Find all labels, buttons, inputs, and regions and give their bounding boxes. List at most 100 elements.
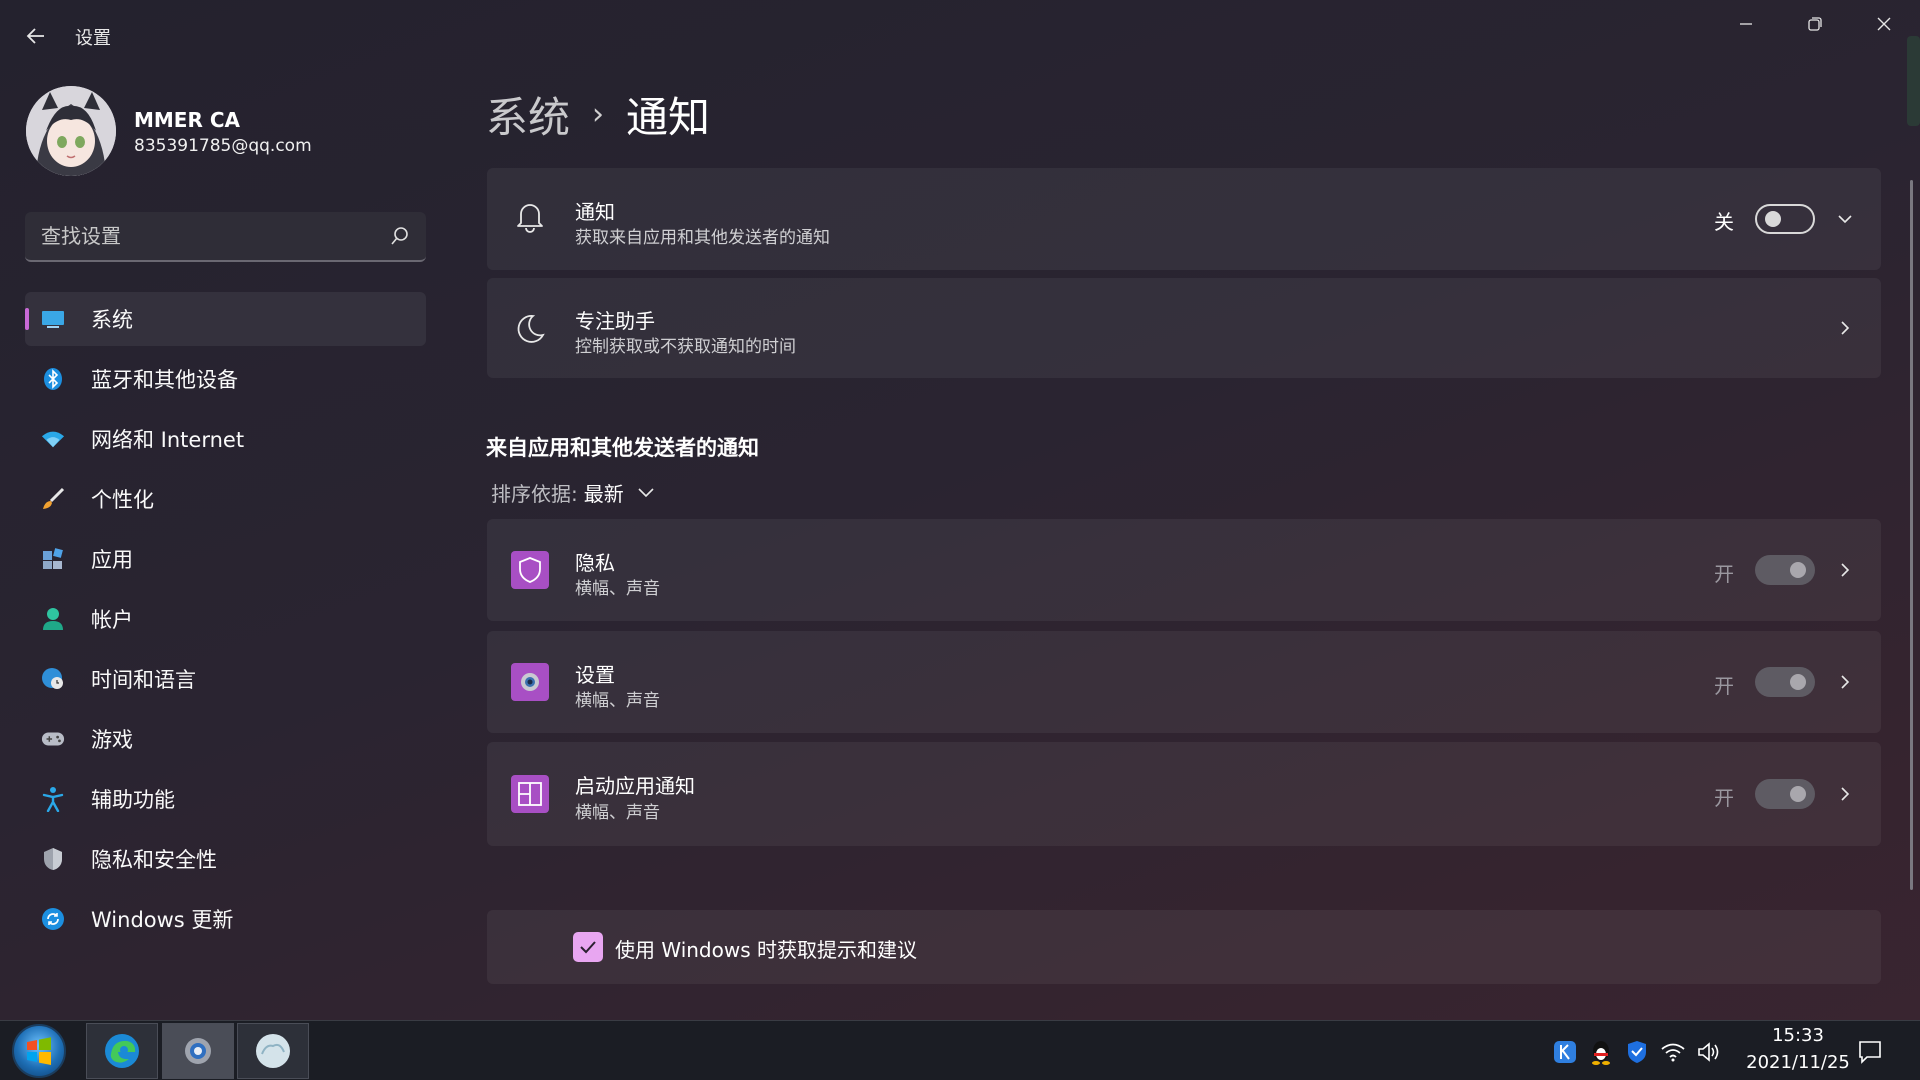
account-icon bbox=[41, 607, 65, 631]
shield-icon bbox=[41, 847, 65, 871]
settings-icon[interactable] bbox=[162, 1023, 234, 1079]
close-icon bbox=[1877, 17, 1891, 31]
tips-checkbox[interactable] bbox=[573, 932, 603, 962]
sidebar-item-label: 辅助功能 bbox=[91, 788, 175, 812]
window-edge-handle bbox=[1907, 36, 1920, 126]
title-bar: 设置 bbox=[0, 0, 1920, 72]
sidebar-item-gaming[interactable]: 游戏 bbox=[25, 712, 426, 766]
sidebar-item-windows-update[interactable]: Windows 更新 bbox=[25, 892, 426, 946]
app-subtitle: 横幅、声音 bbox=[575, 803, 660, 823]
user-name: MMER CA bbox=[134, 108, 240, 132]
app-title: 设置 bbox=[75, 28, 111, 49]
app-state-label: 开 bbox=[1714, 786, 1734, 810]
volume-icon[interactable] bbox=[1696, 1039, 1722, 1065]
edge-icon[interactable] bbox=[86, 1023, 158, 1079]
search-box bbox=[25, 212, 426, 262]
chevron-right-icon bbox=[1841, 675, 1850, 689]
sidebar-item-system[interactable]: 系统 bbox=[25, 292, 426, 346]
avatar-image-icon bbox=[26, 86, 116, 176]
chevron-right-icon bbox=[1841, 563, 1850, 577]
sidebar-item-accounts[interactable]: 帐户 bbox=[25, 592, 426, 646]
sidebar-item-network[interactable]: 网络和 Internet bbox=[25, 412, 426, 466]
focus-assist-title: 专注助手 bbox=[575, 309, 655, 333]
sidebar-item-label: 系统 bbox=[91, 308, 133, 332]
sidebar-item-apps[interactable]: 应用 bbox=[25, 532, 426, 586]
start-orb-icon[interactable] bbox=[12, 1024, 66, 1078]
bluetooth-icon bbox=[41, 367, 65, 391]
app-row-settings[interactable]: 设置 横幅、声音 开 bbox=[487, 631, 1881, 733]
wifi-icon bbox=[41, 427, 65, 451]
system-icon bbox=[41, 307, 65, 331]
sidebar-item-label: 网络和 Internet bbox=[91, 428, 245, 452]
notifications-subtitle: 获取来自应用和其他发送者的通知 bbox=[575, 228, 830, 248]
app-title: 隐私 bbox=[575, 551, 615, 575]
wifi-icon[interactable] bbox=[1660, 1039, 1686, 1065]
breadcrumb-parent[interactable]: 系统 bbox=[486, 84, 570, 145]
toggle-knob bbox=[1790, 786, 1806, 802]
security-shield-icon[interactable] bbox=[1624, 1039, 1650, 1065]
user-email: 835391785@qq.com bbox=[134, 136, 312, 156]
avatar bbox=[26, 86, 116, 176]
app-title: 设置 bbox=[575, 663, 615, 687]
globe-clock-icon bbox=[41, 667, 65, 691]
k-app-icon[interactable] bbox=[1552, 1039, 1578, 1065]
restore-button[interactable] bbox=[1792, 8, 1838, 40]
notifications-card[interactable]: 通知 获取来自应用和其他发送者的通知 关 bbox=[487, 168, 1881, 270]
sidebar-item-label: 帐户 bbox=[91, 608, 133, 632]
startup-apps-icon bbox=[511, 775, 549, 813]
toggle-knob bbox=[1765, 211, 1781, 227]
search-input[interactable] bbox=[41, 212, 381, 260]
page-title: 通知 bbox=[626, 92, 711, 142]
minimize-button[interactable] bbox=[1723, 8, 1769, 40]
accessibility-icon bbox=[41, 787, 65, 812]
notifications-toggle[interactable] bbox=[1755, 204, 1815, 234]
app-toggle[interactable] bbox=[1755, 667, 1815, 697]
tips-label[interactable]: 使用 Windows 时获取提示和建议 bbox=[615, 934, 917, 963]
app-toggle[interactable] bbox=[1755, 779, 1815, 809]
app-state-label: 开 bbox=[1714, 674, 1734, 698]
sidebar-item-label: 隐私和安全性 bbox=[91, 848, 217, 872]
app-subtitle: 横幅、声音 bbox=[575, 579, 660, 599]
tips-card: 使用 Windows 时获取提示和建议 bbox=[487, 910, 1881, 984]
sidebar-item-label: 游戏 bbox=[91, 728, 133, 752]
sidebar-item-privacy-security[interactable]: 隐私和安全性 bbox=[25, 832, 426, 886]
taskbar: 15:33 2021/11/25 bbox=[0, 1020, 1920, 1080]
action-center-icon[interactable] bbox=[1857, 1039, 1883, 1065]
focus-assist-card[interactable]: 专注助手 控制获取或不获取通知的时间 bbox=[487, 278, 1881, 378]
sort-dropdown[interactable]: 排序依据: 最新 bbox=[491, 477, 656, 507]
qq-penguin-icon[interactable] bbox=[1588, 1039, 1614, 1065]
back-button[interactable] bbox=[20, 20, 52, 52]
app-subtitle: 横幅、声音 bbox=[575, 691, 660, 711]
gamepad-icon bbox=[41, 727, 65, 751]
app-row-startup-apps[interactable]: 启动应用通知 横幅、声音 开 bbox=[487, 742, 1881, 846]
settings-gear-icon bbox=[511, 663, 549, 701]
weather-app-icon[interactable] bbox=[237, 1023, 309, 1079]
chevron-down-icon[interactable] bbox=[1837, 211, 1853, 227]
notifications-state-label: 关 bbox=[1714, 210, 1734, 234]
app-title: 启动应用通知 bbox=[575, 774, 695, 798]
sidebar-item-bluetooth[interactable]: 蓝牙和其他设备 bbox=[25, 352, 426, 406]
clock-time[interactable]: 15:33 bbox=[1758, 1025, 1838, 1046]
close-button[interactable] bbox=[1861, 8, 1907, 40]
sidebar-item-time-language[interactable]: 时间和语言 bbox=[25, 652, 426, 706]
chevron-down-icon bbox=[638, 488, 654, 498]
app-state-label: 开 bbox=[1714, 562, 1734, 586]
scrollbar[interactable] bbox=[1910, 180, 1913, 890]
bell-icon bbox=[511, 198, 549, 236]
section-heading: 来自应用和其他发送者的通知 bbox=[486, 436, 759, 460]
notifications-title: 通知 bbox=[575, 200, 615, 224]
toggle-knob bbox=[1790, 674, 1806, 690]
chevron-right-icon bbox=[1841, 787, 1850, 801]
breadcrumb: 系统 › 通知 bbox=[486, 84, 710, 144]
privacy-shield-icon bbox=[511, 551, 549, 589]
search-icon[interactable] bbox=[390, 226, 410, 246]
sidebar-item-accessibility[interactable]: 辅助功能 bbox=[25, 772, 426, 826]
clock-date[interactable]: 2021/11/25 bbox=[1730, 1052, 1866, 1073]
sidebar-item-label: 时间和语言 bbox=[91, 668, 196, 692]
app-row-privacy[interactable]: 隐私 横幅、声音 开 bbox=[487, 519, 1881, 621]
user-profile[interactable]: MMER CA 835391785@qq.com bbox=[26, 86, 426, 178]
sidebar-item-personalization[interactable]: 个性化 bbox=[25, 472, 426, 526]
sidebar-item-label: 个性化 bbox=[91, 488, 154, 512]
sidebar-item-label: 应用 bbox=[91, 548, 133, 572]
app-toggle[interactable] bbox=[1755, 555, 1815, 585]
